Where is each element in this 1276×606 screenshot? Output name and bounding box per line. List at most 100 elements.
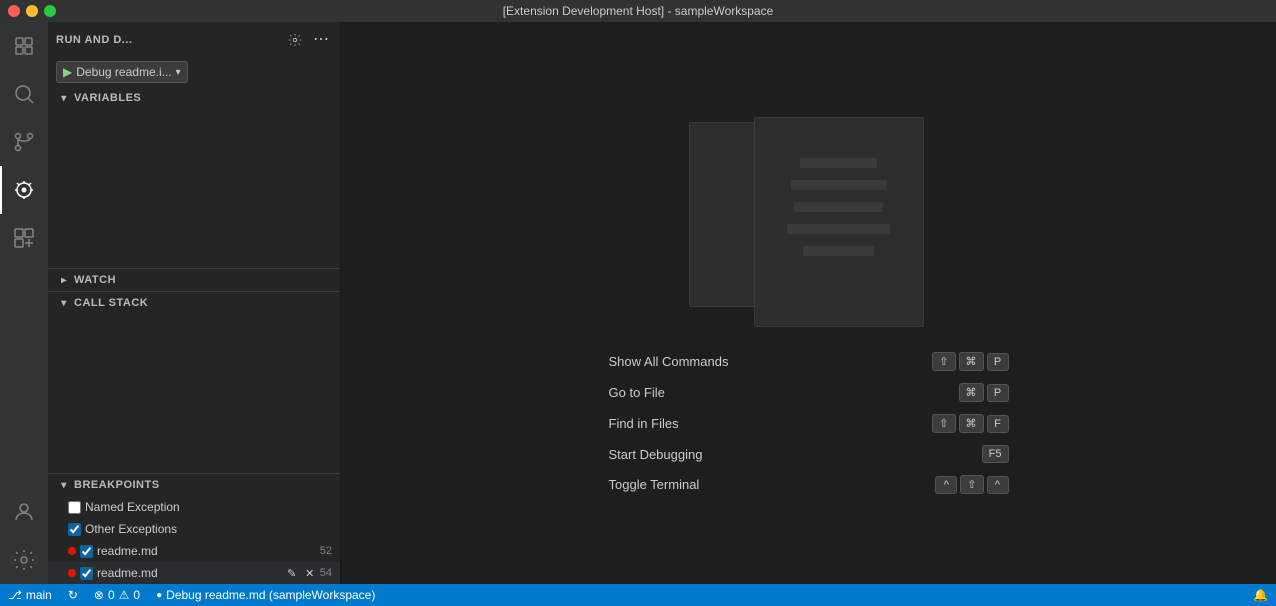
status-debug-session[interactable]: ● Debug readme.md (sampleWorkspace) (148, 584, 383, 606)
key-badge: ⇧ (932, 414, 955, 433)
more-actions-button[interactable]: ⋯ (310, 29, 332, 51)
edit-breakpoint-2-button[interactable]: ✎ (284, 565, 300, 581)
list-item: Named Exception (48, 496, 340, 518)
command-row: Toggle Terminal ^ ⇧ ^ (609, 475, 1009, 494)
window-controls (8, 5, 56, 17)
activity-source-control[interactable] (0, 118, 48, 166)
git-branch-icon: ⎇ (8, 588, 22, 602)
breakpoints-list: Named Exception Other Exceptions readme.… (48, 496, 340, 584)
activity-bar (0, 22, 48, 584)
activity-extensions[interactable] (0, 214, 48, 262)
window-title: [Extension Development Host] - sampleWor… (503, 4, 774, 18)
error-count: 0 (108, 588, 115, 602)
doc-line (803, 246, 873, 256)
variables-content (48, 109, 340, 268)
key-badge: ⌘ (959, 414, 984, 433)
main-content: Show All Commands ⇧ ⌘ P Go to File ⌘ P (341, 22, 1276, 584)
activity-search[interactable] (0, 70, 48, 118)
debug-config-label: Debug readme.i... (76, 65, 171, 79)
command-label: Start Debugging (609, 447, 703, 462)
status-bell[interactable]: 🔔 (1245, 584, 1276, 606)
call-stack-title: CALL STACK (74, 297, 148, 309)
key-badge: ⇧ (932, 352, 955, 371)
command-label: Toggle Terminal (609, 477, 700, 492)
status-branch[interactable]: ⎇ main (0, 584, 60, 606)
remove-breakpoint-2-button[interactable]: ✕ (302, 565, 318, 581)
command-row: Find in Files ⇧ ⌘ F (609, 414, 1009, 433)
error-icon: ⊗ (94, 588, 104, 602)
variables-title: VARIABLES (74, 92, 141, 104)
activity-settings[interactable] (0, 536, 48, 584)
command-keys: ⌘ P (959, 383, 1009, 402)
bp-actions-2: ✎ ✕ 54 (284, 565, 332, 581)
sync-icon: ↻ (68, 588, 78, 602)
title-bar: [Extension Development Host] - sampleWor… (0, 0, 1276, 22)
named-exception-checkbox[interactable] (68, 501, 81, 514)
sidebar-header: RUN AND D... ⋯ (48, 22, 340, 57)
activity-account[interactable] (0, 488, 48, 536)
breakpoints-title: BREAKPOINTS (74, 479, 160, 491)
doc-lines (755, 118, 923, 276)
list-item: readme.md ✎ ✕ 54 (48, 562, 340, 584)
key-badge: ⌘ (959, 383, 984, 402)
list-item: Other Exceptions (48, 518, 340, 540)
doc-line (791, 180, 887, 190)
debug-dot-icon: ● (156, 590, 162, 601)
variables-chevron (56, 90, 72, 106)
other-exceptions-label: Other Exceptions (85, 522, 332, 536)
warning-icon: ⚠ (119, 588, 130, 602)
command-label: Go to File (609, 385, 665, 400)
command-row: Show All Commands ⇧ ⌘ P (609, 352, 1009, 371)
debug-settings-button[interactable] (284, 29, 306, 51)
activity-explorer[interactable] (0, 22, 48, 70)
key-badge: ^ (987, 476, 1009, 494)
named-exception-label: Named Exception (85, 500, 332, 514)
list-item: readme.md 52 ✎ ✕ 52 (48, 540, 340, 562)
debug-config-dropdown[interactable]: ▶ Debug readme.i... ▾ (56, 61, 188, 83)
doc-page-front (754, 117, 924, 327)
activity-debug[interactable] (0, 166, 48, 214)
sidebar-title: RUN AND D... (56, 34, 132, 46)
command-label: Find in Files (609, 416, 679, 431)
chevron-down-icon: ▾ (176, 67, 181, 78)
key-badge: ^ (935, 476, 957, 494)
readme-md-2-checkbox[interactable] (80, 567, 93, 580)
status-sync[interactable]: ↻ (60, 584, 86, 606)
maximize-button[interactable] (44, 5, 56, 17)
key-badge: F5 (982, 445, 1009, 463)
bell-icon: 🔔 (1253, 588, 1268, 602)
welcome-widget: Show All Commands ⇧ ⌘ P Go to File ⌘ P (609, 112, 1009, 494)
variables-header[interactable]: VARIABLES (48, 87, 340, 109)
call-stack-chevron (56, 295, 72, 311)
status-errors[interactable]: ⊗ 0 ⚠ 0 (86, 584, 148, 606)
doc-line (800, 158, 877, 168)
minimize-button[interactable] (26, 5, 38, 17)
debug-session-label: Debug readme.md (sampleWorkspace) (166, 588, 375, 602)
key-badge: ⌘ (959, 352, 984, 371)
watch-section: WATCH (48, 268, 340, 291)
other-exceptions-checkbox[interactable] (68, 523, 81, 536)
watch-header[interactable]: WATCH (48, 269, 340, 291)
watch-title: WATCH (74, 274, 116, 286)
play-icon: ▶ (63, 65, 72, 79)
command-keys: ^ ⇧ ^ (935, 475, 1008, 494)
watch-chevron (56, 272, 72, 288)
readme-md-1-label: readme.md (97, 544, 316, 558)
command-keys: ⇧ ⌘ F (932, 414, 1008, 433)
call-stack-section: CALL STACK (48, 291, 340, 314)
close-button[interactable] (8, 5, 20, 17)
status-bar: ⎇ main ↻ ⊗ 0 ⚠ 0 ● Debug readme.md (samp… (0, 584, 1276, 606)
doc-illustration (679, 112, 939, 332)
doc-line (787, 224, 889, 234)
call-stack-content (48, 314, 340, 473)
breakpoints-header[interactable]: BREAKPOINTS (48, 474, 340, 496)
call-stack-header[interactable]: CALL STACK (48, 292, 340, 314)
variables-section: VARIABLES (48, 87, 340, 109)
status-right: 🔔 (1245, 584, 1276, 606)
command-keys: F5 (982, 445, 1009, 463)
command-row: Go to File ⌘ P (609, 383, 1009, 402)
readme-md-1-checkbox[interactable] (80, 545, 93, 558)
commands-list: Show All Commands ⇧ ⌘ P Go to File ⌘ P (609, 352, 1009, 494)
activity-bottom (0, 488, 48, 584)
readme-md-1-line: 52 (320, 545, 332, 557)
